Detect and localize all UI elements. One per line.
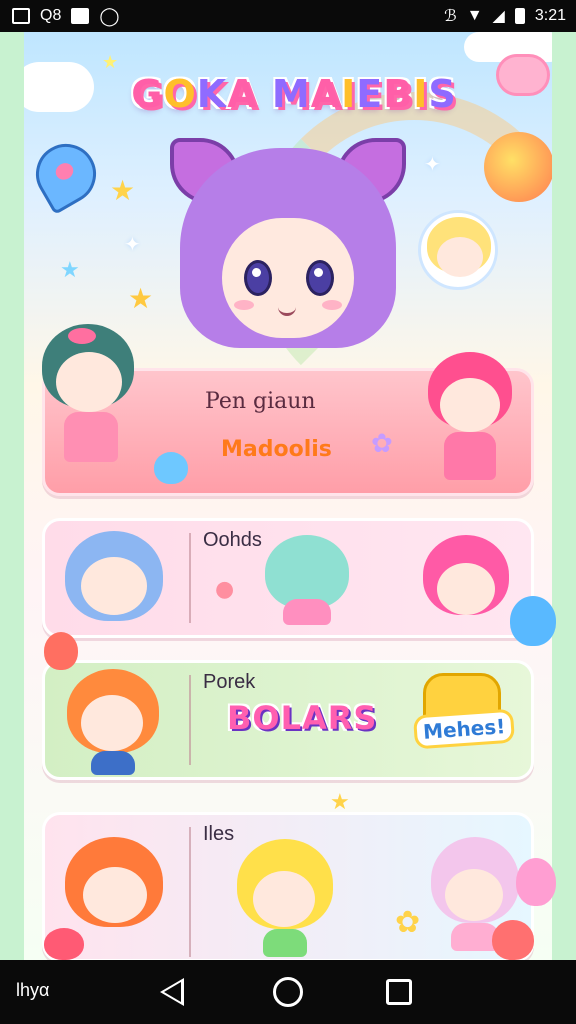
- chibi-yellow-cat[interactable]: [235, 839, 335, 959]
- game-title: GOKA MAIEBIS: [131, 72, 457, 116]
- status-time: 3:21: [534, 7, 566, 24]
- row-2-label: Porek: [203, 671, 256, 693]
- hero-card-line1: Pen giaun: [205, 389, 316, 414]
- row-3-label: Iles: [203, 823, 235, 845]
- hero-blush: [234, 300, 254, 310]
- pink-balloon: [516, 858, 556, 906]
- image-icon: [71, 8, 90, 24]
- notification-icon: ◯: [99, 5, 120, 26]
- hero-eye-right: [306, 260, 334, 296]
- hero-mouth: [278, 304, 296, 316]
- hero-card-line2: Madoolis: [221, 437, 332, 462]
- menu-row-1[interactable]: Oohds ●: [42, 518, 534, 638]
- star-icon: ★: [110, 174, 136, 207]
- chibi-blue-bun[interactable]: [59, 525, 171, 635]
- shell-icon: ✿: [371, 429, 393, 459]
- hero-eye-left: [244, 260, 272, 296]
- status-bar: Q8 ◯ ℬ ▼ ◢ 3:21: [0, 0, 576, 32]
- hero-character[interactable]: [170, 138, 406, 368]
- chibi-mint-creature[interactable]: [265, 535, 349, 625]
- battery-icon: [514, 8, 525, 24]
- game-frame: GOKA MAIEBIS ★ ★ ★ ✦ ✦ ★ Pen giaun Madoo…: [24, 32, 552, 960]
- heart-hammer-icon[interactable]: [25, 133, 107, 215]
- chibi-pink-cat[interactable]: [419, 531, 515, 631]
- chibi-blonde[interactable]: [418, 210, 498, 290]
- menu-row-2[interactable]: Porek BOLARS Mehes!: [42, 660, 534, 780]
- heart-balloons: [484, 132, 552, 202]
- red-balloon: [44, 632, 78, 670]
- row-1-label: Oohds: [203, 529, 262, 551]
- chibi-orange-hair[interactable]: [63, 667, 163, 777]
- status-left-text: Q8: [40, 7, 62, 24]
- blue-orb: [154, 452, 188, 484]
- cloud-left: [24, 62, 94, 112]
- blue-balloon: [510, 596, 556, 646]
- sparkle-icon: ✦: [124, 232, 141, 256]
- status-left: Q8 ◯: [0, 6, 120, 27]
- fruit-icon: ●: [215, 577, 235, 602]
- hero-face: [222, 218, 354, 338]
- sparkle-icon: ✦: [424, 152, 441, 176]
- row-divider: [189, 827, 191, 957]
- red-balloon: [492, 920, 534, 960]
- home-icon[interactable]: [273, 977, 303, 1007]
- red-balloon: [44, 928, 84, 960]
- screenshot-icon: [12, 8, 30, 24]
- recents-icon[interactable]: [386, 979, 412, 1005]
- status-right: ℬ ▼ ◢ 3:21: [444, 6, 566, 26]
- wifi-icon: ▼: [466, 7, 483, 24]
- pig-mascot[interactable]: [496, 54, 550, 96]
- hero-blush: [322, 300, 342, 310]
- mehes-sticker[interactable]: Mehes!: [415, 711, 512, 747]
- game-screen: GOKA MAIEBIS ★ ★ ★ ✦ ✦ ★ Pen giaun Madoo…: [0, 32, 576, 960]
- star-icon: ★: [330, 790, 350, 815]
- row-divider: [189, 533, 191, 623]
- bluetooth-icon: ℬ: [444, 8, 457, 25]
- signal-icon: ◢: [492, 8, 505, 25]
- flower-icon: ✿: [395, 905, 421, 940]
- chibi-bear-ears[interactable]: [61, 829, 171, 949]
- star-icon: ★: [60, 258, 80, 283]
- star-icon: ★: [102, 52, 119, 73]
- row-divider: [189, 675, 191, 765]
- chibi-pink-girl[interactable]: [422, 350, 522, 490]
- menu-row-3[interactable]: Iles ✿: [42, 812, 534, 960]
- nav-left-label: lhyα: [16, 980, 50, 1000]
- bolars-badge[interactable]: BOLARS: [227, 699, 377, 737]
- chibi-teal-girl[interactable]: [28, 308, 148, 488]
- back-icon[interactable]: [160, 978, 184, 1006]
- navigation-bar: lhyα: [0, 960, 576, 1024]
